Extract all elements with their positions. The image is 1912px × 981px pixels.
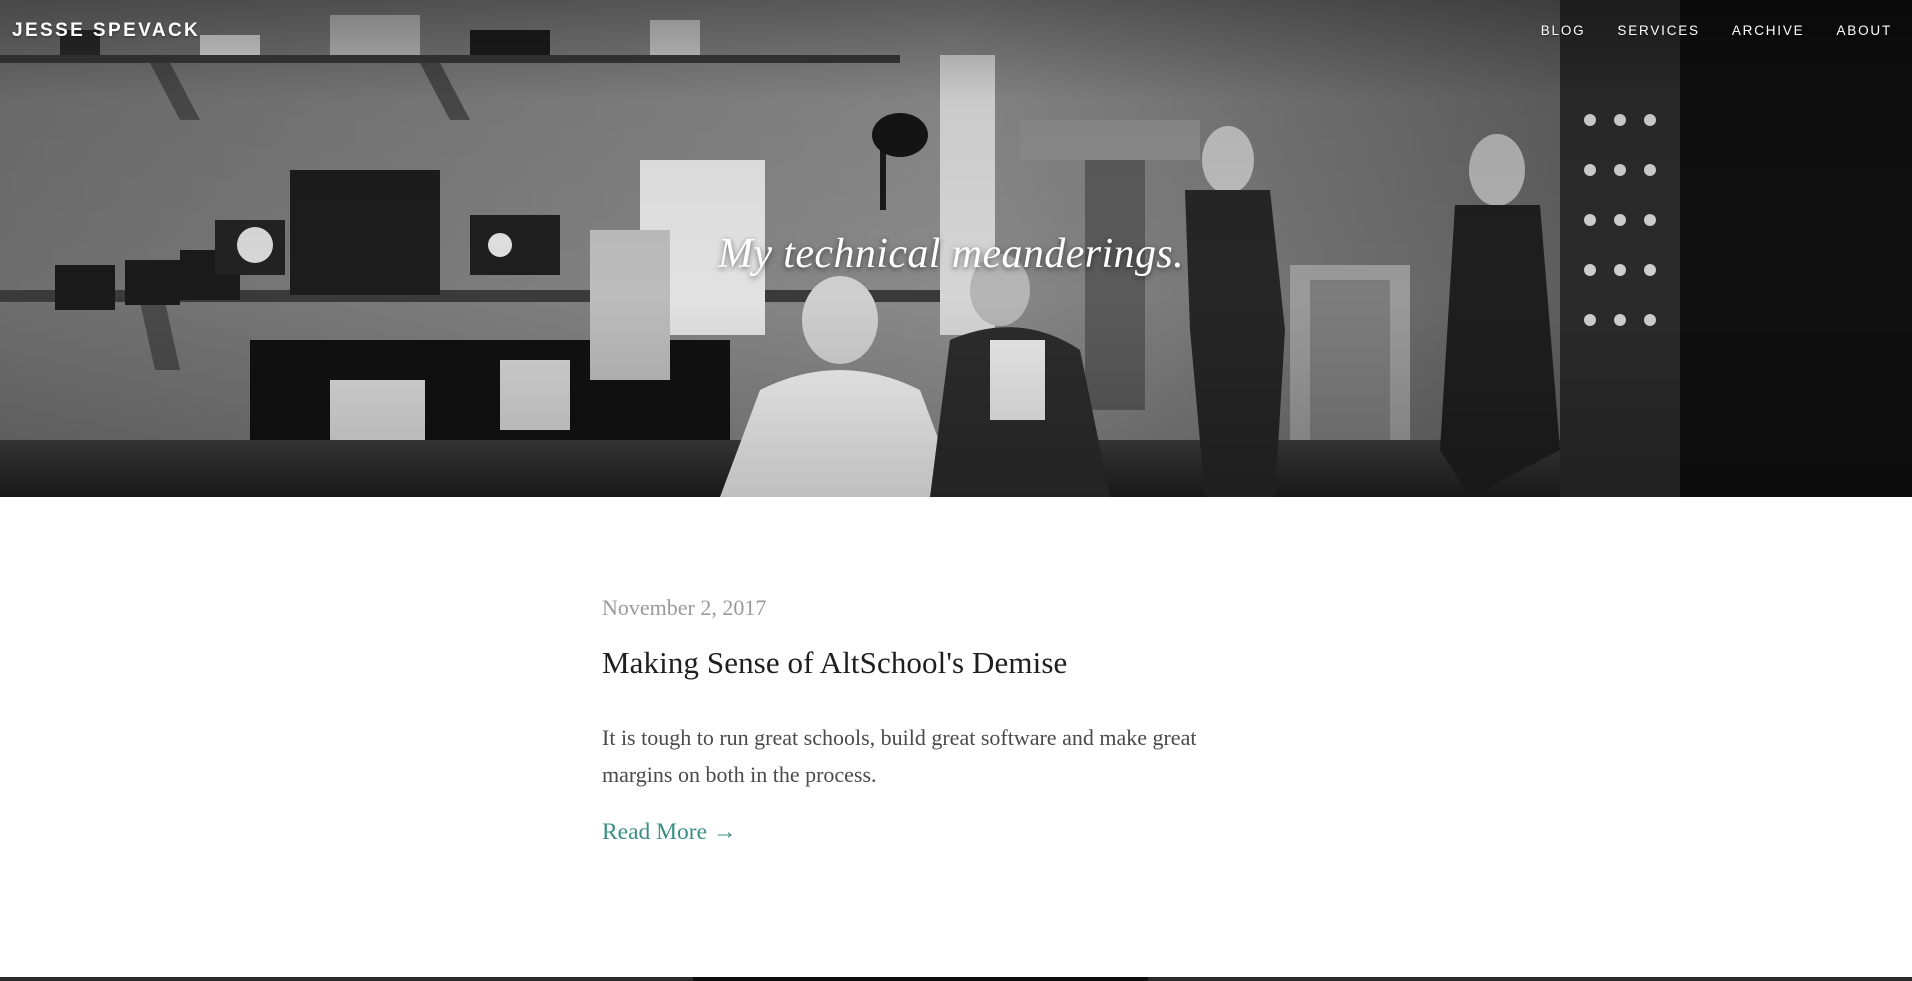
post-title[interactable]: Making Sense of AltSchool's Demise bbox=[602, 645, 1242, 681]
hero-banner: JESSE SPEVACK BLOG SERVICES ARCHIVE ABOU… bbox=[0, 0, 1912, 497]
hero-tagline: My technical meanderings. bbox=[717, 231, 1185, 277]
nav-item-services[interactable]: SERVICES bbox=[1617, 23, 1699, 38]
nav-item-archive[interactable]: ARCHIVE bbox=[1732, 23, 1805, 38]
nav-item-about[interactable]: ABOUT bbox=[1836, 23, 1892, 38]
post-preview: November 2, 2017 Making Sense of AltScho… bbox=[602, 595, 1242, 846]
nav-item-blog[interactable]: BLOG bbox=[1541, 23, 1586, 38]
site-title-link[interactable]: JESSE SPEVACK bbox=[12, 20, 200, 42]
read-more-link[interactable]: Read More → bbox=[602, 819, 736, 846]
post-date: November 2, 2017 bbox=[602, 595, 767, 620]
bottom-edge-highlight bbox=[693, 977, 1148, 981]
main-nav: BLOG SERVICES ARCHIVE ABOUT bbox=[1509, 23, 1892, 38]
post-excerpt: It is tough to run great schools, build … bbox=[602, 725, 1197, 787]
